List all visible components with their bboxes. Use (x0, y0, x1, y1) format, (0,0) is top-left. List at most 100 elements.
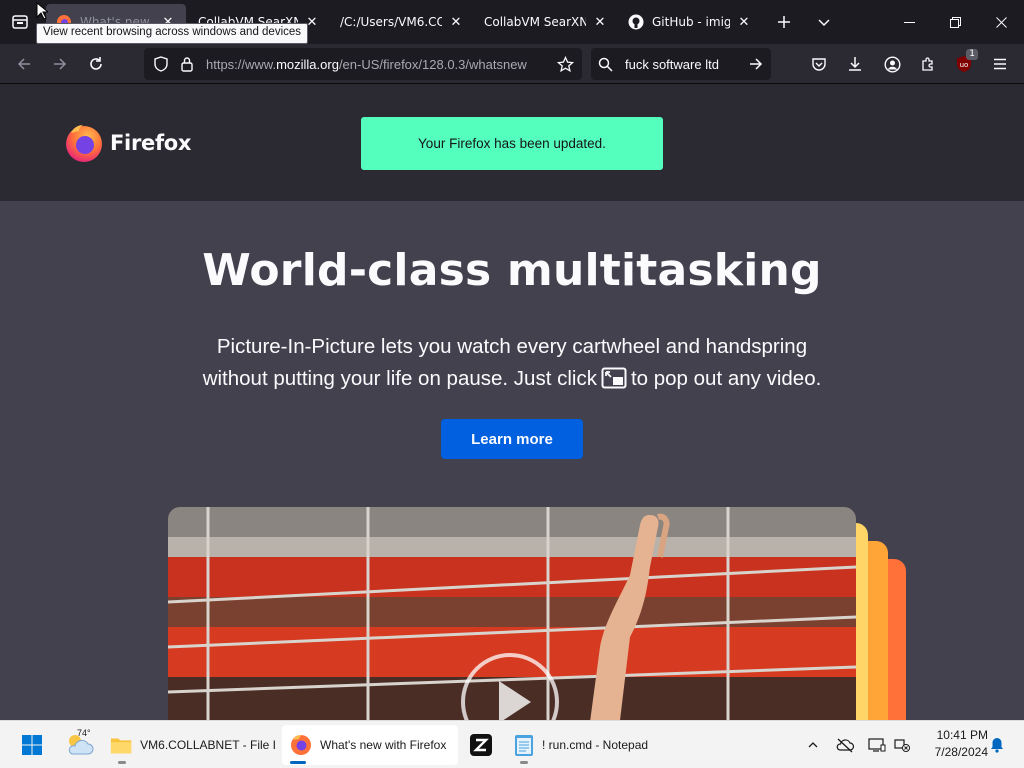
firefox-logo-icon (66, 125, 102, 162)
clock-time: 10:41 PM (936, 728, 988, 742)
account-button[interactable] (876, 48, 908, 80)
bookmark-star-icon[interactable] (552, 48, 578, 80)
forward-button[interactable] (44, 48, 76, 80)
taskbar-item-label: What's new with Firefox (320, 738, 447, 752)
forward-arrow-icon (54, 57, 67, 70)
close-window-button[interactable] (978, 0, 1024, 44)
web-page: Firefox Your Firefox has been updated. W… (0, 85, 1024, 720)
network-status[interactable] (890, 725, 914, 765)
weather-temperature: 74° (77, 728, 91, 738)
onedrive-status[interactable] (832, 725, 858, 765)
downloads-button[interactable] (839, 48, 871, 80)
tracking-protection-shield-icon[interactable] (148, 48, 174, 80)
minimize-button[interactable] (886, 0, 932, 44)
taskbar-firefox[interactable]: What's new with Firefox (282, 725, 458, 765)
gymnastics-video[interactable] (168, 507, 856, 720)
windows-taskbar: 74° VM6.COLLABNET - File I What's new wi… (0, 720, 1024, 768)
close-icon[interactable]: ✕ (448, 14, 464, 30)
search-input[interactable]: fuck software ltd (625, 57, 741, 72)
account-icon (883, 55, 901, 73)
navigation-toolbar: https://www.mozilla.org/en-US/firefox/12… (0, 44, 1024, 84)
firefox-view-button[interactable] (5, 7, 35, 37)
minimize-icon (903, 21, 915, 23)
monitor-icon (868, 738, 886, 752)
notifications-button[interactable] (986, 725, 1008, 765)
firefox-brand[interactable]: Firefox (64, 123, 191, 163)
svg-text:uo: uo (960, 61, 969, 69)
weather-widget[interactable]: 74° (58, 725, 100, 765)
body-line-2-end: to pop out any video. (630, 367, 822, 390)
chevron-down-icon (818, 19, 830, 27)
learn-more-button[interactable]: Learn more (441, 419, 583, 459)
clock-date: 7/28/2024 (934, 745, 988, 759)
firefox-icon (291, 735, 311, 755)
close-icon[interactable]: ✕ (592, 14, 608, 30)
back-button[interactable] (8, 48, 40, 80)
bell-icon (991, 738, 1003, 753)
folder-icon (110, 738, 132, 754)
play-icon (499, 681, 531, 720)
running-indicator (520, 761, 528, 764)
picture-in-picture-icon (601, 367, 627, 389)
restore-button[interactable] (932, 0, 978, 44)
active-indicator (290, 761, 306, 764)
page-headline: World-class multitasking (202, 245, 822, 296)
body-line-1: Picture-In-Picture lets you watch every … (216, 335, 808, 358)
url-host: mozilla.org (276, 56, 339, 72)
network-disconnected-icon (894, 739, 910, 752)
start-button[interactable] (12, 725, 52, 765)
url-prefix: https://www. (206, 56, 277, 72)
url-path: /en-US/firefox/128.0.3/whatsnew (338, 56, 527, 72)
taskbar-item-label: ! run.cmd - Notepad (542, 738, 649, 752)
running-indicator (118, 761, 126, 764)
notepad-icon (515, 735, 533, 756)
search-bar[interactable]: fuck software ltd (591, 48, 771, 80)
tab-title: /C:/Users/VM6.COLL (340, 15, 442, 29)
taskbar-clock[interactable]: 10:41 PM 7/28/2024 (918, 727, 988, 761)
lock-icon[interactable] (174, 48, 200, 80)
body-line-2-start: without putting your life on pause. Just… (202, 367, 597, 390)
ublock-origin-button[interactable]: uo 1 (948, 48, 980, 80)
search-go-arrow-icon[interactable] (741, 56, 771, 72)
taskbar-item-label: VM6.COLLABNET - File I (140, 738, 276, 752)
restore-icon (949, 16, 961, 28)
update-notification-banner: Your Firefox has been updated. (361, 117, 663, 170)
url-text[interactable]: https://www.mozilla.org/en-US/firefox/12… (206, 57, 550, 72)
extension-badge: 1 (966, 49, 978, 60)
app-menu-button[interactable] (984, 48, 1016, 80)
display-status[interactable] (864, 725, 890, 765)
reload-icon (90, 56, 102, 70)
chevron-up-icon (808, 742, 818, 748)
tab-collabvm-searxng-2[interactable]: CollabVM SearXNG ✕ (474, 4, 618, 40)
close-icon (995, 16, 1007, 28)
search-icon (591, 57, 619, 72)
show-hidden-icons-button[interactable] (802, 725, 824, 765)
reload-button[interactable] (80, 48, 112, 80)
windows-logo-icon (22, 735, 42, 755)
extensions-button[interactable] (912, 48, 944, 80)
tab-title: GitHub - imight (652, 15, 730, 29)
page-body-text: Picture-In-Picture lets you watch every … (150, 331, 874, 395)
close-icon[interactable]: ✕ (736, 14, 752, 30)
page-header: Firefox Your Firefox has been updated. (0, 85, 1024, 201)
download-icon (849, 57, 861, 71)
taskbar-z-app[interactable] (464, 725, 498, 765)
github-icon (628, 14, 644, 30)
tab-title: CollabVM SearXNG (484, 15, 586, 29)
cloud-offline-icon (836, 738, 855, 753)
list-all-tabs-button[interactable] (810, 8, 838, 36)
taskbar-notepad[interactable]: ! run.cmd - Notepad (508, 725, 668, 765)
address-bar[interactable]: https://www.mozilla.org/en-US/firefox/12… (144, 48, 582, 80)
firefox-view-icon (12, 15, 28, 29)
z-app-icon (470, 734, 492, 756)
taskbar-file-explorer[interactable]: VM6.COLLABNET - File I (104, 725, 276, 765)
hamburger-menu-icon (994, 58, 1006, 70)
tab-github[interactable]: GitHub - imight ✕ (618, 4, 762, 40)
play-button[interactable] (461, 653, 559, 720)
pocket-button[interactable] (803, 48, 835, 80)
brand-name: Firefox (110, 131, 192, 155)
plus-icon (778, 16, 790, 28)
new-tab-button[interactable] (770, 8, 798, 36)
puzzle-piece-icon (922, 57, 933, 71)
tab-local-file[interactable]: /C:/Users/VM6.COLL ✕ (330, 4, 474, 40)
